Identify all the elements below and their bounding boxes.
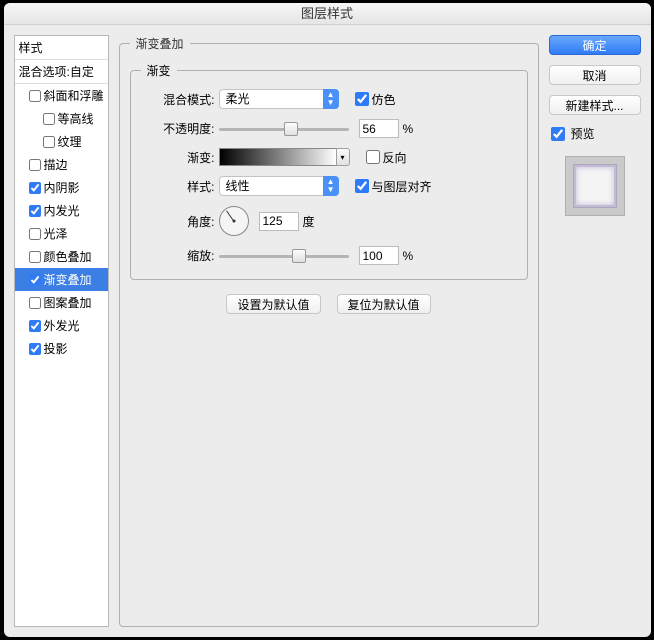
- sidebar-item-11[interactable]: 投影: [15, 337, 108, 360]
- new-style-button[interactable]: 新建样式...: [549, 95, 641, 115]
- opacity-slider[interactable]: [219, 121, 349, 137]
- opacity-label: 不透明度:: [141, 120, 215, 137]
- right-column: 确定 取消 新建样式... 预览: [549, 35, 641, 627]
- sidebar-item-label: 内阴影: [44, 179, 80, 196]
- sidebar-item-10[interactable]: 外发光: [15, 314, 108, 337]
- sidebar-item-label: 描边: [44, 156, 68, 173]
- gradient-dropdown-icon[interactable]: ▾: [336, 148, 350, 166]
- preview-thumbnail: [565, 156, 625, 216]
- sidebar-item-label: 外发光: [44, 317, 80, 334]
- gradient-fieldset: 渐变 混合模式: 柔光 ▲▼ 仿色: [130, 62, 528, 280]
- styles-sidebar: 样式 混合选项:自定 斜面和浮雕等高线纹理描边内阴影内发光光泽颜色叠加渐变叠加图…: [14, 35, 109, 627]
- sidebar-item-4[interactable]: 内阴影: [15, 176, 108, 199]
- sidebar-item-checkbox-3[interactable]: [29, 159, 41, 171]
- dialog-body: 样式 混合选项:自定 斜面和浮雕等高线纹理描边内阴影内发光光泽颜色叠加渐变叠加图…: [4, 25, 651, 637]
- reverse-checkbox[interactable]: 反向: [366, 149, 407, 166]
- scale-unit: %: [403, 249, 414, 263]
- sidebar-item-8[interactable]: 渐变叠加: [15, 268, 108, 291]
- sidebar-item-checkbox-1[interactable]: [43, 113, 55, 125]
- sidebar-item-label: 投影: [44, 340, 68, 357]
- sidebar-item-3[interactable]: 描边: [15, 153, 108, 176]
- align-label: 与图层对齐: [372, 178, 432, 195]
- sidebar-item-checkbox-0[interactable]: [29, 90, 41, 102]
- gradient-swatch[interactable]: [219, 148, 337, 166]
- align-checkbox[interactable]: 与图层对齐: [355, 178, 432, 195]
- blend-mode-select[interactable]: 柔光: [219, 89, 339, 109]
- sidebar-item-checkbox-11[interactable]: [29, 343, 41, 355]
- scale-input[interactable]: [359, 246, 399, 265]
- sidebar-item-label: 图案叠加: [44, 294, 92, 311]
- scale-label: 缩放:: [141, 247, 215, 264]
- reverse-label: 反向: [383, 149, 407, 166]
- inner-legend: 渐变: [141, 62, 177, 79]
- sidebar-item-checkbox-6[interactable]: [29, 228, 41, 240]
- angle-unit: 度: [303, 213, 315, 230]
- cancel-button[interactable]: 取消: [549, 65, 641, 85]
- dialog-title: 图层样式: [4, 3, 651, 25]
- sidebar-item-label: 斜面和浮雕: [44, 87, 104, 104]
- sidebar-item-2[interactable]: 纹理: [15, 130, 108, 153]
- sidebar-item-checkbox-9[interactable]: [29, 297, 41, 309]
- sidebar-item-label: 内发光: [44, 202, 80, 219]
- gradient-overlay-panel: 渐变叠加 渐变 混合模式: 柔光 ▲▼ 仿色: [119, 35, 539, 627]
- gradient-label: 渐变:: [141, 149, 215, 166]
- panel-legend: 渐变叠加: [130, 35, 190, 52]
- blend-mode-label: 混合模式:: [141, 91, 215, 108]
- sidebar-item-label: 渐变叠加: [44, 271, 92, 288]
- ok-button[interactable]: 确定: [549, 35, 641, 55]
- sidebar-item-checkbox-8[interactable]: [29, 274, 41, 286]
- opacity-unit: %: [403, 122, 414, 136]
- opacity-input[interactable]: [359, 119, 399, 138]
- sidebar-item-7[interactable]: 颜色叠加: [15, 245, 108, 268]
- style-label: 样式:: [141, 178, 215, 195]
- sidebar-header-blend[interactable]: 混合选项:自定: [15, 60, 108, 84]
- sidebar-header-styles[interactable]: 样式: [15, 36, 108, 60]
- sidebar-item-label: 纹理: [58, 133, 82, 150]
- sidebar-item-label: 颜色叠加: [44, 248, 92, 265]
- sidebar-item-9[interactable]: 图案叠加: [15, 291, 108, 314]
- sidebar-item-label: 等高线: [58, 110, 94, 127]
- sidebar-item-label: 光泽: [44, 225, 68, 242]
- angle-dial[interactable]: [219, 206, 249, 236]
- dither-label: 仿色: [372, 91, 396, 108]
- sidebar-item-1[interactable]: 等高线: [15, 107, 108, 130]
- preview-label: 预览: [571, 125, 595, 142]
- sidebar-item-5[interactable]: 内发光: [15, 199, 108, 222]
- angle-label: 角度:: [141, 213, 215, 230]
- sidebar-item-checkbox-5[interactable]: [29, 205, 41, 217]
- angle-input[interactable]: [259, 212, 299, 231]
- scale-slider[interactable]: [219, 248, 349, 264]
- sidebar-item-checkbox-10[interactable]: [29, 320, 41, 332]
- sidebar-item-checkbox-2[interactable]: [43, 136, 55, 148]
- preview-checkbox[interactable]: 预览: [549, 125, 641, 142]
- sidebar-item-0[interactable]: 斜面和浮雕: [15, 84, 108, 107]
- sidebar-item-checkbox-4[interactable]: [29, 182, 41, 194]
- dither-checkbox[interactable]: 仿色: [355, 91, 396, 108]
- style-select[interactable]: 线性: [219, 176, 339, 196]
- sidebar-item-checkbox-7[interactable]: [29, 251, 41, 263]
- layer-style-dialog: 图层样式 样式 混合选项:自定 斜面和浮雕等高线纹理描边内阴影内发光光泽颜色叠加…: [4, 3, 651, 637]
- reset-default-button[interactable]: 复位为默认值: [337, 294, 431, 314]
- set-default-button[interactable]: 设置为默认值: [226, 294, 320, 314]
- sidebar-item-6[interactable]: 光泽: [15, 222, 108, 245]
